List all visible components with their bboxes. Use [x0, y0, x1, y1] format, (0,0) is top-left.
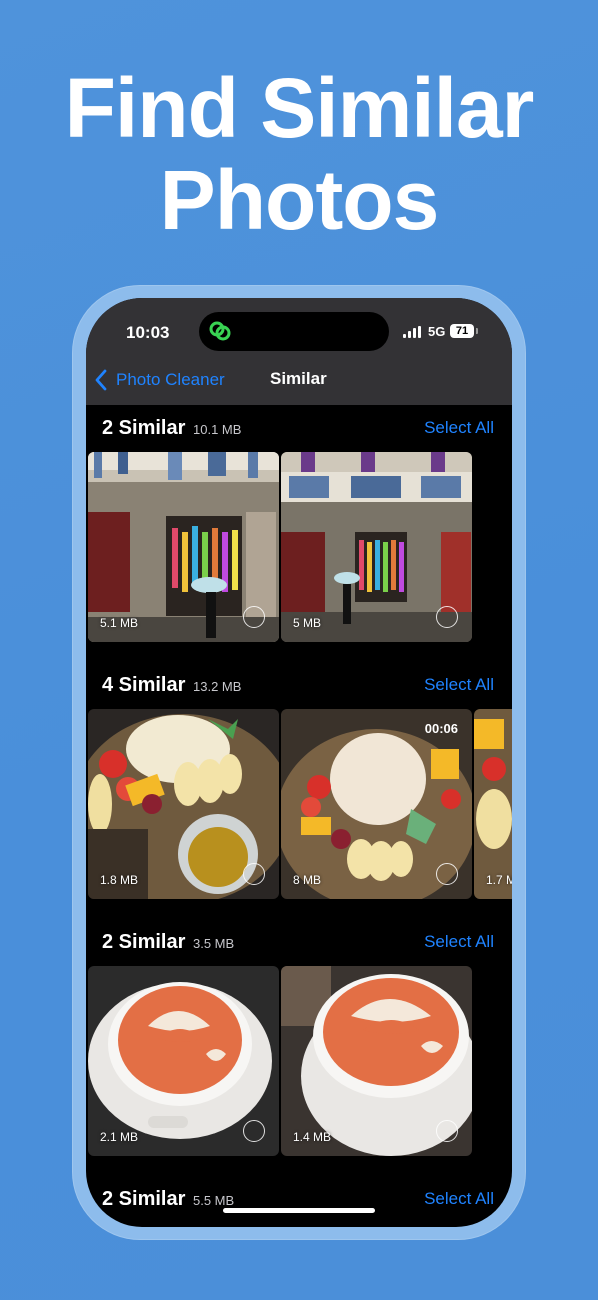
- group-title: 2 Similar: [102, 417, 186, 439]
- battery-tip: [476, 328, 478, 334]
- photo-thumbnail[interactable]: 5 MB: [281, 452, 472, 642]
- network-type: 5G: [428, 324, 446, 339]
- select-circle-icon[interactable]: [243, 606, 265, 628]
- similar-list[interactable]: 2 Similar 10.1 MB Select All 5.1 MB 5 MB…: [86, 405, 512, 1227]
- select-all-button[interactable]: Select All: [424, 932, 494, 952]
- group-size: 10.1 MB: [193, 422, 242, 437]
- dessert-photo: [474, 709, 512, 899]
- status-time: 10:03: [126, 323, 170, 342]
- headline-line-2: Photos: [159, 153, 440, 247]
- photo-size: 5.1 MB: [100, 616, 139, 630]
- select-all-button[interactable]: Select All: [424, 418, 494, 438]
- photo-thumbnail[interactable]: 1.8 MB: [88, 709, 279, 899]
- photo-size: 5 MB: [293, 616, 322, 630]
- phone-frame: 10:03 5G 71 Photo Cleaner Similar 2 Simi…: [72, 285, 526, 1240]
- group-title: 2 Similar: [102, 1188, 186, 1210]
- back-label: Photo Cleaner: [116, 370, 225, 389]
- group-size: 3.5 MB: [193, 936, 235, 951]
- headline: Find Similar Photos: [0, 62, 598, 246]
- nav-title: Similar: [270, 369, 327, 388]
- photo-thumbnail[interactable]: 2.1 MB: [88, 966, 279, 1156]
- select-circle-icon[interactable]: [436, 863, 458, 885]
- group-header: 2 Similar 10.1 MB Select All: [102, 405, 494, 445]
- video-duration: 00:06: [424, 721, 458, 736]
- select-circle-icon[interactable]: [436, 606, 458, 628]
- select-circle-icon[interactable]: [243, 1120, 265, 1142]
- photo-size: 2.1 MB: [100, 1130, 139, 1144]
- phone-screen: 10:03 5G 71 Photo Cleaner Similar 2 Simi…: [86, 298, 512, 1227]
- select-circle-icon[interactable]: [243, 863, 265, 885]
- group-header: 4 Similar 13.2 MB Select All: [102, 662, 494, 702]
- group-size: 5.5 MB: [193, 1193, 235, 1208]
- top-bar: 10:03 5G 71 Photo Cleaner Similar: [86, 298, 512, 405]
- photo-size: 1.4 MB: [293, 1130, 332, 1144]
- select-all-button[interactable]: Select All: [424, 1189, 494, 1209]
- link-icon: [209, 321, 231, 341]
- battery-icon: 71: [450, 324, 474, 338]
- group-size: 13.2 MB: [193, 679, 242, 694]
- group-header: 2 Similar 3.5 MB Select All: [102, 919, 494, 959]
- select-circle-icon[interactable]: [436, 1120, 458, 1142]
- back-button[interactable]: Photo Cleaner: [94, 368, 225, 392]
- photo-thumbnail[interactable]: 00:06 8 MB: [281, 709, 472, 899]
- signal-icon: [403, 326, 421, 338]
- home-indicator[interactable]: [223, 1208, 375, 1213]
- chevron-left-icon: [95, 369, 107, 391]
- photo-size: 8 MB: [293, 873, 322, 887]
- group-title: 2 Similar: [102, 931, 186, 953]
- select-all-button[interactable]: Select All: [424, 675, 494, 695]
- headline-line-1: Find Similar: [64, 61, 535, 155]
- dynamic-island: [199, 312, 389, 351]
- photo-size: 1.8 MB: [100, 873, 139, 887]
- photo-thumbnail[interactable]: 1.4 MB: [281, 966, 472, 1156]
- photo-thumbnail[interactable]: 1.7 M: [474, 709, 512, 899]
- photo-thumbnail[interactable]: 5.1 MB: [88, 452, 279, 642]
- photo-size: 1.7 M: [486, 873, 512, 887]
- group-title: 4 Similar: [102, 674, 186, 696]
